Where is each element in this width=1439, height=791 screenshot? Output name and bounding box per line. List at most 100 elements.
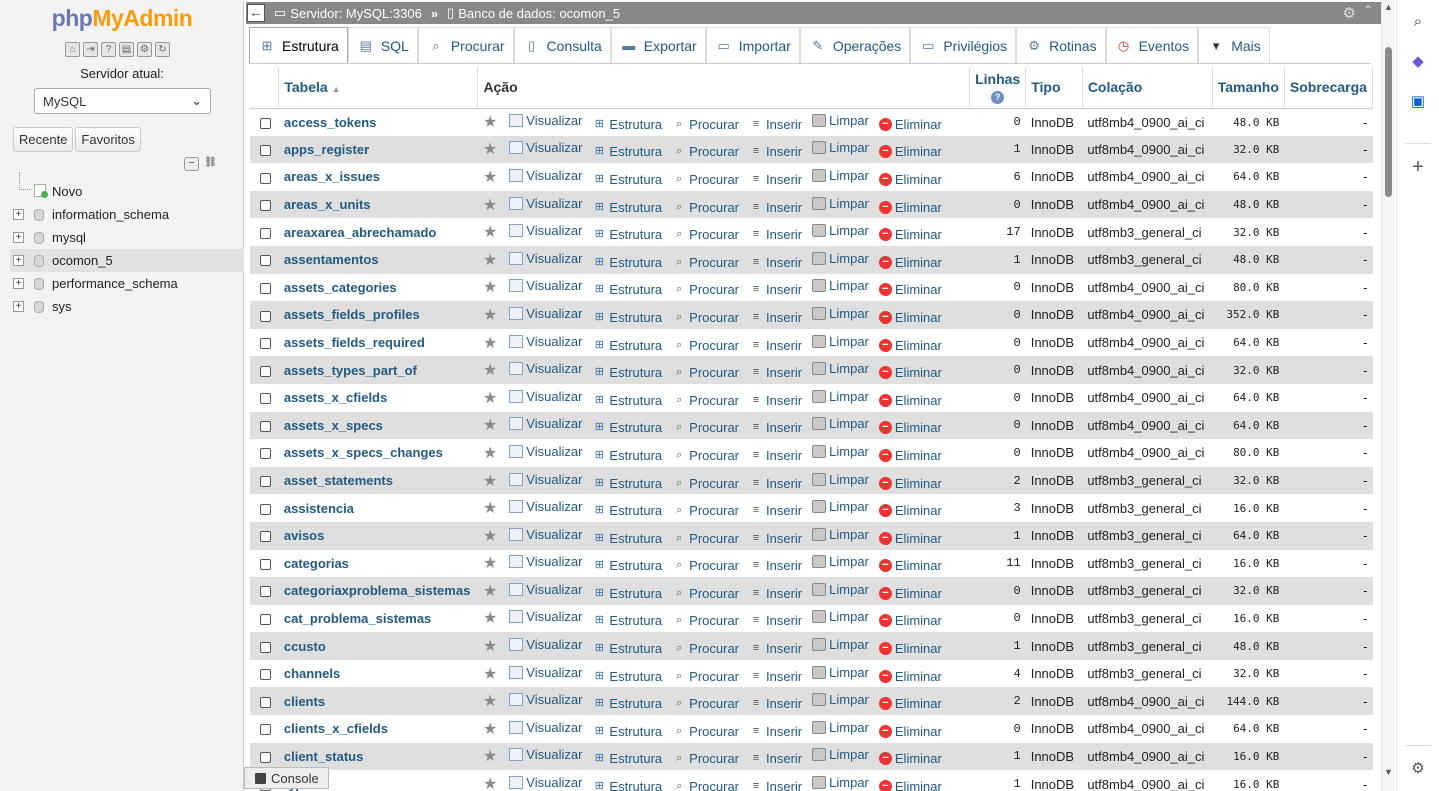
table-row[interactable]: client_status ★ Visualizar ⊞ Estrutura ⌕ Procu… xyxy=(250,742,1373,771)
action-inserir-button[interactable]: ≡ Inserir xyxy=(749,338,802,353)
action-eliminar-button[interactable]: − Eliminar xyxy=(878,448,942,463)
action-eliminar-button[interactable]: − Eliminar xyxy=(878,613,942,628)
action-estrutura-button[interactable]: ⊞ Estrutura xyxy=(592,586,662,601)
expand-icon[interactable]: + xyxy=(13,301,24,312)
action-visualizar-button[interactable]: Visualizar xyxy=(509,637,582,652)
action-inserir-button[interactable]: ≡ Inserir xyxy=(749,779,802,791)
action-procurar-button[interactable]: ⌕ Procurar xyxy=(672,338,739,353)
action-eliminar-button[interactable]: − Eliminar xyxy=(878,586,942,601)
scroll-up-icon[interactable]: ▲ xyxy=(1384,2,1393,12)
expand-icon[interactable]: + xyxy=(13,255,24,266)
action-procurar-button[interactable]: ⌕ Procurar xyxy=(672,641,739,656)
row-checkbox[interactable] xyxy=(260,172,271,184)
action-limpar-button[interactable]: Limpar xyxy=(812,416,869,431)
server-select[interactable]: MySQL ⌄ xyxy=(34,88,211,114)
favorite-star-icon[interactable]: ★ xyxy=(483,169,497,186)
tab-eventos[interactable]: ◷ Eventos xyxy=(1105,27,1199,63)
action-estrutura-button[interactable]: ⊞ Estrutura xyxy=(592,144,662,159)
phpmyadmin-logo[interactable]: phpMyAdmin xyxy=(0,5,244,32)
action-limpar-button[interactable]: Limpar xyxy=(812,278,869,293)
favorite-star-icon[interactable]: ★ xyxy=(483,335,497,352)
logout-icon[interactable]: ⇥ xyxy=(83,42,98,57)
scroll-down-icon[interactable]: ▼ xyxy=(1384,767,1393,777)
action-eliminar-button[interactable]: − Eliminar xyxy=(878,558,942,573)
action-visualizar-button[interactable]: Visualizar xyxy=(509,472,582,487)
favorite-star-icon[interactable]: ★ xyxy=(483,528,497,545)
action-visualizar-button[interactable]: Visualizar xyxy=(509,554,582,569)
favorite-star-icon[interactable]: ★ xyxy=(483,776,497,791)
action-estrutura-button[interactable]: ⊞ Estrutura xyxy=(592,779,662,791)
favorite-star-icon[interactable]: ★ xyxy=(483,500,497,517)
favorite-star-icon[interactable]: ★ xyxy=(483,583,497,600)
action-visualizar-button[interactable]: Visualizar xyxy=(509,168,582,183)
table-row[interactable]: apps_register ★ Visualizar ⊞ Estrutura ⌕ Procu… xyxy=(250,135,1373,164)
favorite-star-icon[interactable]: ★ xyxy=(483,693,497,710)
action-inserir-button[interactable]: ≡ Inserir xyxy=(749,724,802,739)
action-estrutura-button[interactable]: ⊞ Estrutura xyxy=(592,117,662,132)
action-limpar-button[interactable]: Limpar xyxy=(812,554,869,569)
action-estrutura-button[interactable]: ⊞ Estrutura xyxy=(592,751,662,766)
action-estrutura-button[interactable]: ⊞ Estrutura xyxy=(592,503,662,518)
action-procurar-button[interactable]: ⌕ Procurar xyxy=(672,586,739,601)
action-inserir-button[interactable]: ≡ Inserir xyxy=(749,200,802,215)
collapse-all-icon[interactable]: − xyxy=(184,157,199,171)
action-visualizar-button[interactable]: Visualizar xyxy=(509,665,582,680)
action-procurar-button[interactable]: ⌕ Procurar xyxy=(672,200,739,215)
table-name-link[interactable]: assets_categories xyxy=(284,280,397,295)
table-row[interactable]: assets_categories ★ Visualizar ⊞ Estrutura ⌕ P… xyxy=(250,274,1373,302)
action-inserir-button[interactable]: ≡ Inserir xyxy=(749,613,802,628)
expand-icon[interactable]: + xyxy=(13,278,24,289)
breadcrumb-database[interactable]: ▯ Banco de dados: ocomon_5 xyxy=(447,5,620,21)
action-inserir-button[interactable]: ≡ Inserir xyxy=(749,420,802,435)
action-limpar-button[interactable]: Limpar xyxy=(812,582,869,597)
action-limpar-button[interactable]: Limpar xyxy=(812,168,869,183)
favorite-star-icon[interactable]: ★ xyxy=(483,721,497,738)
action-inserir-button[interactable]: ≡ Inserir xyxy=(749,393,802,408)
row-checkbox[interactable] xyxy=(260,724,271,736)
table-name-link[interactable]: channels xyxy=(284,666,340,681)
action-procurar-button[interactable]: ⌕ Procurar xyxy=(672,751,739,766)
action-inserir-button[interactable]: ≡ Inserir xyxy=(749,503,802,518)
table-row[interactable]: assets_fields_required ★ Visualizar ⊞ Estrut… xyxy=(250,329,1373,357)
action-inserir-button[interactable]: ≡ Inserir xyxy=(749,558,802,573)
action-procurar-button[interactable]: ⌕ Procurar xyxy=(672,613,739,628)
action-procurar-button[interactable]: ⌕ Procurar xyxy=(672,255,739,270)
table-name-link[interactable]: client_status xyxy=(284,749,363,764)
action-procurar-button[interactable]: ⌕ Procurar xyxy=(672,779,739,791)
row-checkbox[interactable] xyxy=(260,227,271,239)
action-estrutura-button[interactable]: ⊞ Estrutura xyxy=(592,420,662,435)
table-name-link[interactable]: clients_x_cfields xyxy=(284,721,388,736)
col-header-tamanho[interactable]: Tamanho xyxy=(1212,67,1285,109)
action-procurar-button[interactable]: ⌕ Procurar xyxy=(672,227,739,242)
vertical-scrollbar[interactable]: ▲ ▼ xyxy=(1381,0,1395,791)
action-estrutura-button[interactable]: ⊞ Estrutura xyxy=(592,200,662,215)
action-limpar-button[interactable]: Limpar xyxy=(812,692,869,707)
table-row[interactable]: areas_x_units ★ Visualizar ⊞ Estrutura ⌕ Procu… xyxy=(250,190,1373,219)
action-procurar-button[interactable]: ⌕ Procurar xyxy=(672,117,739,132)
action-estrutura-button[interactable]: ⊞ Estrutura xyxy=(592,531,662,546)
action-inserir-button[interactable]: ≡ Inserir xyxy=(749,448,802,463)
action-procurar-button[interactable]: ⌕ Procurar xyxy=(672,669,739,684)
action-limpar-button[interactable]: Limpar xyxy=(812,609,869,624)
gear-icon[interactable]: ⚙ xyxy=(1343,4,1356,22)
action-estrutura-button[interactable]: ⊞ Estrutura xyxy=(592,393,662,408)
action-eliminar-button[interactable]: − Eliminar xyxy=(878,117,942,132)
favorite-star-icon[interactable]: ★ xyxy=(483,748,497,765)
action-limpar-button[interactable]: Limpar xyxy=(812,665,869,680)
favorite-star-icon[interactable]: ★ xyxy=(483,279,497,296)
action-inserir-button[interactable]: ≡ Inserir xyxy=(749,696,802,711)
favorite-star-icon[interactable]: ★ xyxy=(483,417,497,434)
favorite-star-icon[interactable]: ★ xyxy=(483,390,497,407)
action-estrutura-button[interactable]: ⊞ Estrutura xyxy=(592,338,662,353)
action-limpar-button[interactable]: Limpar xyxy=(812,499,869,514)
action-visualizar-button[interactable]: Visualizar xyxy=(509,747,582,762)
action-inserir-button[interactable]: ≡ Inserir xyxy=(749,476,802,491)
action-procurar-button[interactable]: ⌕ Procurar xyxy=(672,144,739,159)
link-icon[interactable]: ⛓ xyxy=(203,157,218,171)
action-inserir-button[interactable]: ≡ Inserir xyxy=(749,282,802,297)
action-eliminar-button[interactable]: − Eliminar xyxy=(878,365,942,380)
table-name-link[interactable]: categoriaxproblema_sistemas xyxy=(284,583,470,598)
action-inserir-button[interactable]: ≡ Inserir xyxy=(749,365,802,380)
table-name-link[interactable]: access_tokens xyxy=(284,115,377,130)
action-visualizar-button[interactable]: Visualizar xyxy=(509,609,582,624)
